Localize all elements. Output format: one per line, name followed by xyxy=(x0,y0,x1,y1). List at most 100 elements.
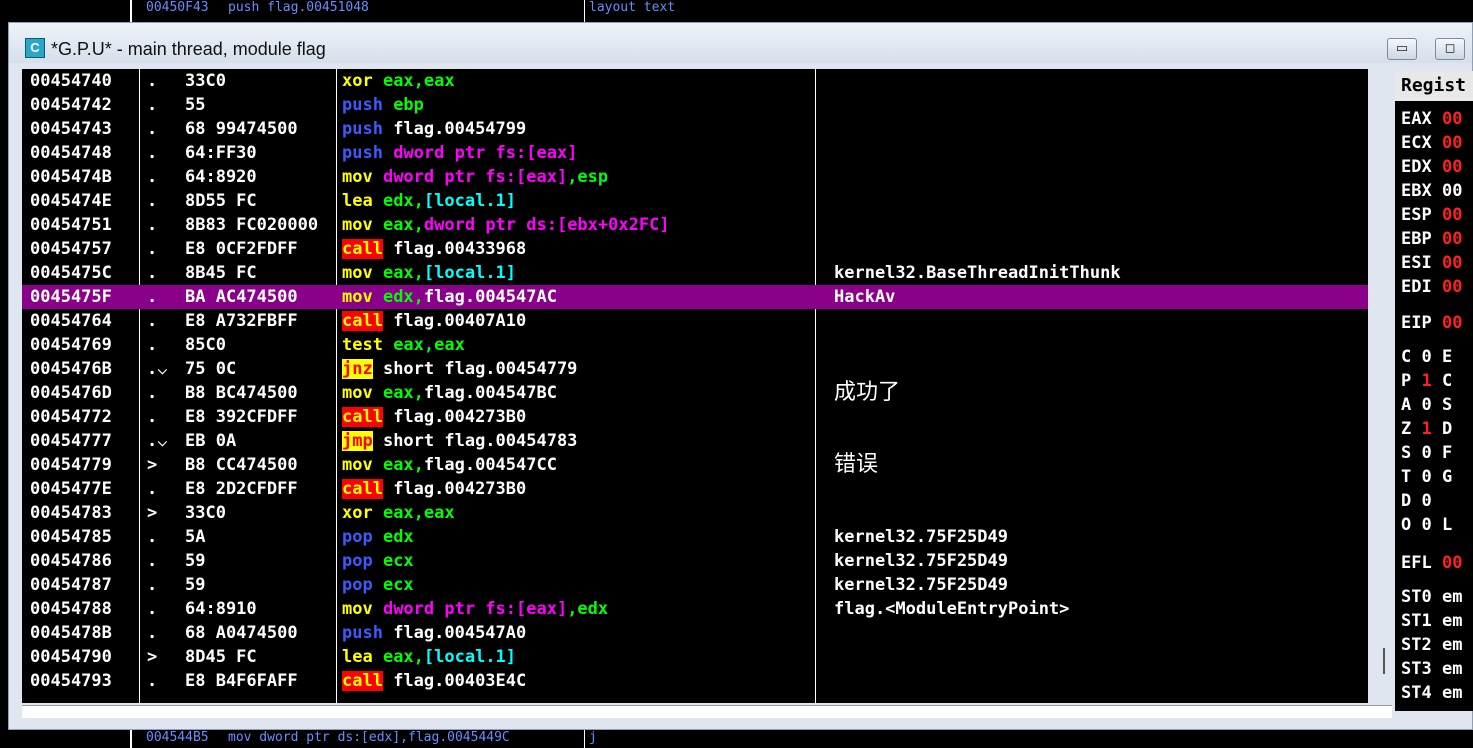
vertical-scroll-thumb[interactable] xyxy=(1383,648,1385,674)
register-eip[interactable]: EIP 00 xyxy=(1401,313,1462,333)
disasm-row[interactable]: 00454764. E8 A732FBFF call flag.00407A10 xyxy=(22,309,1368,333)
disasm-row[interactable]: 0045478B. 68 A0474500 push flag.004547A0 xyxy=(22,621,1368,645)
row-comment: 成功了 xyxy=(834,380,901,405)
register-ebp[interactable]: EBP 00 xyxy=(1401,229,1462,249)
register-edi[interactable]: EDI 00 xyxy=(1401,277,1462,297)
disasm-row[interactable]: 0045476B .⌵ 75 0C jnz short flag.00454779 xyxy=(22,357,1368,381)
instruction-token: edx xyxy=(382,527,414,547)
register-eax[interactable]: EAX 00 xyxy=(1401,109,1462,129)
selected-disasm-row[interactable]: 0045475F. BA AC474500 mov edx,flag.004547A… xyxy=(22,285,1368,309)
disasm-row[interactable]: 0045476D. B8 BC474500 mov eax,flag.004547B… xyxy=(22,381,1368,405)
row-comment: kernel32.75F25D49 xyxy=(834,527,1008,547)
row-marker: > xyxy=(147,503,158,523)
row-marker: . xyxy=(147,311,158,331)
row-instruction: pop edx xyxy=(342,525,414,549)
row-hex-bytes: 5A xyxy=(185,527,206,547)
row-hex-bytes: E8 0CF2FDFF xyxy=(185,239,298,259)
register-st3[interactable]: ST3 em xyxy=(1401,659,1462,679)
register-esi[interactable]: ESI 00 xyxy=(1401,253,1462,273)
register-st0[interactable]: ST0 em xyxy=(1401,587,1462,607)
row-marker: . xyxy=(147,383,158,403)
cpu-window: C *G.P.U* - main thread, module flag ▭ ◻… xyxy=(8,22,1473,730)
row-address: 00454772 xyxy=(30,407,112,427)
instruction-token: eax,eax xyxy=(382,71,455,91)
disasm-row[interactable]: 0045475C. 8B45 FC mov eax,[local.1] kernel3… xyxy=(22,261,1368,285)
register-name: P xyxy=(1401,371,1422,391)
register-p[interactable]: P 1 C xyxy=(1401,371,1452,391)
register-value: 0 xyxy=(1421,395,1432,415)
row-address: 0045478B xyxy=(30,623,112,643)
row-comment: 错误 xyxy=(834,452,879,477)
disasm-row[interactable]: 00454786. 59 pop ecx kernel32.75F25D49 xyxy=(22,549,1368,573)
instruction-token: lea xyxy=(342,647,383,667)
disasm-row[interactable]: 00454793. E8 B4F6FAFF call flag.00403E4C xyxy=(22,669,1368,693)
register-st4[interactable]: ST4 em xyxy=(1401,683,1462,703)
instruction-token: call xyxy=(342,671,383,691)
disasm-row[interactable]: 00454740. 33C0 xor eax,eax xyxy=(22,69,1368,93)
register-efl[interactable]: EFL 00 xyxy=(1401,553,1462,573)
row-hex-bytes: E8 A732FBFF xyxy=(185,311,298,331)
title-bar[interactable]: C *G.P.U* - main thread, module flag ▭ ◻ xyxy=(9,23,1472,63)
row-hex-bytes: E8 B4F6FAFF xyxy=(185,671,298,691)
register-extra: S xyxy=(1431,395,1453,415)
register-c[interactable]: C 0 E xyxy=(1401,347,1452,367)
disasm-row[interactable]: 00454790 >8D45 FC lea eax,[local.1] xyxy=(22,645,1368,669)
disasm-row[interactable]: 00454779 > B8 CC474500 mov eax,flag.004547C… xyxy=(22,453,1368,477)
disasm-row[interactable]: 00454788. 64:8910 mov dword ptr fs:[eax],e… xyxy=(22,597,1368,621)
register-value: 1 xyxy=(1421,419,1432,439)
disasm-row[interactable]: 00454783 >33C0 xor eax,eax xyxy=(22,501,1368,525)
row-instruction: call flag.004273B0 xyxy=(342,405,526,429)
register-value: 00 xyxy=(1441,313,1463,333)
register-z[interactable]: Z 1 D xyxy=(1401,419,1452,439)
register-esp[interactable]: ESP 00 xyxy=(1401,205,1462,225)
disasm-row[interactable]: 00454743. 68 99474500 push flag.00454799 xyxy=(22,117,1368,141)
instruction-token: flag.00433968 xyxy=(382,239,527,259)
row-hex-bytes: 59 xyxy=(185,551,206,571)
disasm-row[interactable]: 00454742. 55 push ebp xyxy=(22,93,1368,117)
register-s[interactable]: S 0 F xyxy=(1401,443,1452,463)
disasm-row[interactable]: 0045474B. 64:8920 mov dword ptr fs:[eax],e… xyxy=(22,165,1368,189)
instruction-token: flag.004547CC xyxy=(423,455,557,475)
minimize-button[interactable]: ▭ xyxy=(1387,38,1417,60)
maximize-button[interactable]: ◻ xyxy=(1435,38,1465,60)
register-ebx[interactable]: EBX 00 xyxy=(1401,181,1462,201)
disasm-row[interactable]: 00454787. 59 pop ecx kernel32.75F25D49 xyxy=(22,573,1368,597)
disasm-row[interactable]: 00454777 .⌵ EB 0A jmp short flag.00454783 xyxy=(22,429,1368,453)
row-address: 00454790 xyxy=(30,647,112,667)
disasm-row[interactable]: 00454748. 64:FF30 push dword ptr fs:[eax] xyxy=(22,141,1368,165)
register-name: ST4 xyxy=(1401,683,1442,703)
registers-pane[interactable]: Regist EAX 00 ECX 00 EDX 00 EBX 00 ESP 00 EBP… xyxy=(1395,71,1473,711)
register-edx[interactable]: EDX 00 xyxy=(1401,157,1462,177)
register-t[interactable]: T 0 G xyxy=(1401,467,1452,487)
instruction-token: eax, xyxy=(382,455,424,475)
register-st1[interactable]: ST1 em xyxy=(1401,611,1462,631)
disasm-row[interactable]: 00454757. E8 0CF2FDFF call flag.00433968 xyxy=(22,237,1368,261)
row-hex-bytes: 55 xyxy=(185,95,206,115)
register-extra: E xyxy=(1431,347,1453,367)
register-a[interactable]: A 0 S xyxy=(1401,395,1452,415)
disasm-row[interactable]: 0045474E. 8D55 FC lea edx,[local.1] xyxy=(22,189,1368,213)
instruction-token: test xyxy=(342,335,394,355)
disasm-row[interactable]: 00454751. 8B83 FC020000 mov eax,dword ptr … xyxy=(22,213,1368,237)
register-value: 00 xyxy=(1441,181,1463,201)
instruction-token: call xyxy=(342,311,383,331)
row-address: 0045476B xyxy=(30,359,112,379)
horizontal-scrollbar[interactable] xyxy=(22,705,1392,718)
register-st2[interactable]: ST2 em xyxy=(1401,635,1462,655)
row-address: 0045474E xyxy=(30,191,112,211)
register-d[interactable]: D 0 xyxy=(1401,491,1432,511)
instruction-token: pop xyxy=(342,527,383,547)
disasm-row[interactable]: 0045477E. E8 2D2CFDFF call flag.004273B0 xyxy=(22,477,1368,501)
register-ecx[interactable]: ECX 00 xyxy=(1401,133,1462,153)
disassembly-pane[interactable]: 00454740. 33C0 xor eax,eax 00454742. 55 push … xyxy=(22,69,1368,703)
instruction-token: dword ptr ds:[ebx+0x2FC] xyxy=(423,215,670,235)
row-comment: kernel32.75F25D49 xyxy=(834,551,1008,571)
register-o[interactable]: O 0 L xyxy=(1401,515,1452,535)
disasm-row[interactable]: 00454785. 5A pop edx kernel32.75F25D49 xyxy=(22,525,1368,549)
register-extra: L xyxy=(1431,515,1453,535)
instruction-token: call xyxy=(342,239,383,259)
row-hex-bytes: 64:8910 xyxy=(185,599,257,619)
disasm-row[interactable]: 00454769. 85C0 test eax,eax xyxy=(22,333,1368,357)
register-name: EBP xyxy=(1401,229,1442,249)
disasm-row[interactable]: 00454772. E8 392CFDFF call flag.004273B0 xyxy=(22,405,1368,429)
